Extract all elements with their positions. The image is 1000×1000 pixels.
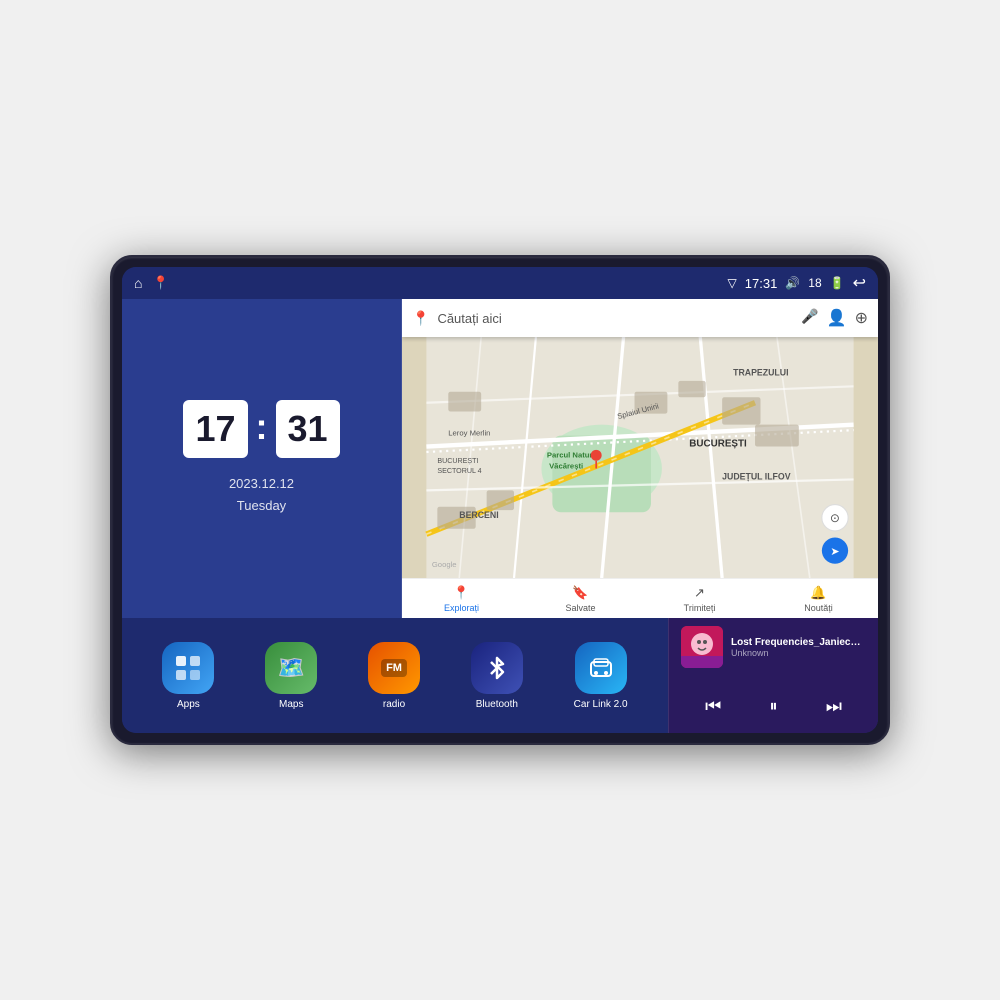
clock-display: 17 : 31 (183, 400, 339, 458)
music-thumb-inner (681, 626, 723, 668)
radio-label: radio (383, 699, 405, 710)
clock-hours: 17 (195, 408, 235, 449)
clock-day: Tuesday (229, 495, 294, 517)
carlink-svg-icon (587, 654, 615, 682)
app-item-bluetooth[interactable]: Bluetooth (471, 642, 523, 710)
bottom-section: Apps 🗺️ Maps FM radio (122, 618, 878, 733)
clock-date: 2023.12.12 Tuesday (229, 473, 294, 517)
map-search-pin-icon: 📍 (412, 310, 429, 327)
status-left-icons: ⌂ 📍 (134, 275, 169, 291)
map-widget: 📍 Căutați aici 🎤 👤 ⊕ (402, 299, 878, 618)
maps-pin-icon[interactable]: 📍 (152, 275, 168, 291)
map-tab-news[interactable]: 🔔 Noutăți (759, 585, 878, 613)
map-bottom-bar: 📍 Explorați 🔖 Salvate ↗ Trimiteți 🔔 (402, 578, 878, 618)
map-tab-send[interactable]: ↗ Trimiteți (640, 585, 759, 613)
saved-icon: 🔖 (572, 585, 588, 601)
map-content: TRAPEZULUI BUCUREȘTI JUDEȚUL ILFOV BERCE… (402, 337, 878, 578)
send-icon: ↗ (694, 585, 705, 601)
music-player: Lost Frequencies_Janieck Devy-... Unknow… (668, 618, 878, 733)
clock-widget: 17 : 31 2023.12.12 Tuesday (122, 299, 402, 618)
status-time: 17:31 (745, 276, 778, 291)
battery-icon: 🔋 (830, 276, 845, 290)
svg-text:BERCENI: BERCENI (459, 510, 498, 520)
map-search-bar[interactable]: 📍 Căutați aici 🎤 👤 ⊕ (402, 299, 878, 337)
map-account-icon[interactable]: 👤 (827, 308, 847, 328)
carlink-label: Car Link 2.0 (574, 699, 628, 710)
map-search-icons: 🎤 👤 ⊕ (801, 308, 868, 328)
bluetooth-label: Bluetooth (476, 699, 518, 710)
clock-date-value: 2023.12.12 (229, 473, 294, 495)
music-art-svg (681, 626, 723, 668)
app-item-carlink[interactable]: Car Link 2.0 (574, 642, 628, 710)
svg-text:⊙: ⊙ (830, 511, 840, 525)
map-mic-icon[interactable]: 🎤 (801, 308, 818, 328)
music-controls: ⏮ ⏸ ⏭ (681, 688, 866, 725)
svg-text:Văcărești: Văcărești (549, 461, 583, 470)
radio-icon: FM (368, 642, 420, 694)
music-play-button[interactable]: ⏸ (761, 694, 785, 720)
explore-icon: 📍 (453, 585, 469, 601)
bluetooth-icon (471, 642, 523, 694)
top-section: 17 : 31 2023.12.12 Tuesday (122, 299, 878, 618)
svg-text:Google: Google (432, 560, 457, 569)
map-tab-saved[interactable]: 🔖 Salvate (521, 585, 640, 613)
apps-icon (162, 642, 214, 694)
clock-hours-block: 17 (183, 400, 247, 458)
news-icon: 🔔 (810, 585, 826, 601)
app-item-maps[interactable]: 🗺️ Maps (265, 642, 317, 710)
svg-text:BUCUREȘTI: BUCUREȘTI (437, 457, 478, 465)
back-icon[interactable]: ↩ (853, 273, 866, 293)
saved-label: Salvate (565, 603, 595, 613)
svg-text:➤: ➤ (830, 546, 839, 558)
carlink-icon (575, 642, 627, 694)
app-item-apps[interactable]: Apps (162, 642, 214, 710)
bluetooth-svg-icon (483, 654, 511, 682)
music-text: Lost Frequencies_Janieck Devy-... Unknow… (731, 637, 866, 658)
app-shortcuts: Apps 🗺️ Maps FM radio (122, 618, 668, 733)
map-tab-explore[interactable]: 📍 Explorați (402, 585, 521, 613)
news-label: Noutăți (804, 603, 833, 613)
clock-minutes: 31 (288, 408, 328, 449)
svg-text:BUCUREȘTI: BUCUREȘTI (689, 439, 747, 450)
svg-text:Leroy Merlin: Leroy Merlin (448, 429, 490, 438)
music-next-button[interactable]: ⏭ (818, 692, 850, 721)
device-screen: ⌂ 📍 ▽ 17:31 🔊 18 🔋 ↩ 17 (122, 267, 878, 733)
svg-text:SECTORUL 4: SECTORUL 4 (437, 467, 481, 475)
clock-minutes-block: 31 (276, 400, 340, 458)
music-thumbnail (681, 626, 723, 668)
app-item-radio[interactable]: FM radio (368, 642, 420, 710)
svg-text:TRAPEZULUI: TRAPEZULUI (733, 367, 788, 377)
volume-level: 18 (808, 276, 821, 290)
status-right-info: ▽ 17:31 🔊 18 🔋 ↩ (728, 273, 866, 293)
send-label: Trimiteți (684, 603, 716, 613)
explore-label: Explorați (444, 603, 479, 613)
music-artist: Unknown (731, 648, 866, 658)
svg-text:JUDEȚUL ILFOV: JUDEȚUL ILFOV (722, 471, 791, 481)
map-area[interactable]: TRAPEZULUI BUCUREȘTI JUDEȚUL ILFOV BERCE… (402, 337, 878, 578)
device-frame: ⌂ 📍 ▽ 17:31 🔊 18 🔋 ↩ 17 (110, 255, 890, 745)
signal-icon: ▽ (728, 276, 737, 290)
map-more-icon[interactable]: ⊕ (855, 308, 868, 328)
apps-svg-icon (174, 654, 202, 682)
music-prev-button[interactable]: ⏮ (697, 692, 729, 721)
maps-label: Maps (279, 699, 303, 710)
home-icon[interactable]: ⌂ (134, 275, 142, 291)
volume-icon: 🔊 (785, 276, 800, 290)
status-bar: ⌂ 📍 ▽ 17:31 🔊 18 🔋 ↩ (122, 267, 878, 299)
music-info: Lost Frequencies_Janieck Devy-... Unknow… (681, 626, 866, 668)
clock-colon: : (256, 406, 268, 448)
main-content: 17 : 31 2023.12.12 Tuesday (122, 299, 878, 733)
maps-icon: 🗺️ (265, 642, 317, 694)
apps-label: Apps (177, 699, 200, 710)
map-search-placeholder: Căutați aici (437, 311, 793, 326)
music-title: Lost Frequencies_Janieck Devy-... (731, 637, 866, 648)
map-svg: TRAPEZULUI BUCUREȘTI JUDEȚUL ILFOV BERCE… (402, 337, 878, 578)
